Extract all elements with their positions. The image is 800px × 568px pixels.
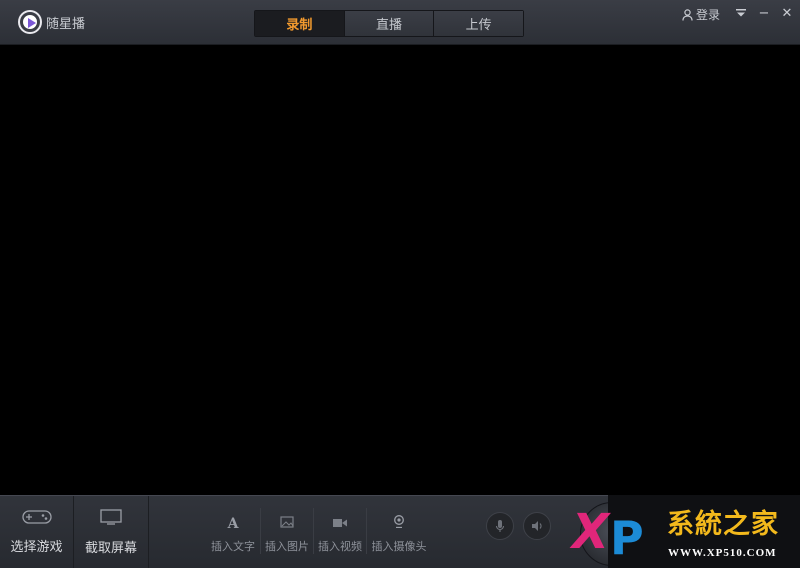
capture-screen-label: 截取屏幕 <box>84 540 137 556</box>
app-logo-icon <box>20 12 40 32</box>
microphone-icon <box>495 520 505 532</box>
capture-screen-button[interactable]: 截取屏幕 <box>74 496 149 568</box>
mode-tabs: 录制 直播 上传 <box>254 10 524 37</box>
dropdown-menu-icon <box>736 9 746 17</box>
title-bar: 随星播 录制 直播 上传 登录 − ✕ <box>0 0 800 45</box>
speaker-icon <box>532 521 542 531</box>
watermark-logo-p: P <box>610 511 644 565</box>
user-icon <box>682 8 693 21</box>
watermark-url: WWW.XP510.COM <box>668 547 777 559</box>
insert-camera-label: 插入摄像头 <box>371 540 427 553</box>
divider <box>313 508 314 554</box>
insert-image-button[interactable]: 插入图片 <box>263 512 311 554</box>
tab-live[interactable]: 直播 <box>343 11 434 36</box>
microphone-button[interactable] <box>486 512 514 540</box>
watermark-logo-x: X <box>572 504 610 560</box>
login-label: 登录 <box>696 8 721 22</box>
text-icon: A <box>227 516 239 532</box>
insert-text-label: 插入文字 <box>211 540 255 553</box>
login-button[interactable]: 登录 <box>682 6 720 23</box>
divider <box>366 508 367 554</box>
speaker-button[interactable] <box>523 512 551 540</box>
dropdown-menu-button[interactable] <box>731 4 751 22</box>
insert-video-button[interactable]: 插入视频 <box>316 512 364 554</box>
tab-upload[interactable]: 上传 <box>433 11 524 36</box>
insert-video-label: 插入视频 <box>318 540 362 553</box>
watermark-title: 系統之家 <box>667 509 779 540</box>
divider <box>260 508 261 554</box>
close-button[interactable]: ✕ <box>777 4 797 22</box>
video-camera-icon <box>333 518 347 531</box>
select-game-label: 选择游戏 <box>10 539 63 555</box>
tab-record[interactable]: 录制 <box>255 11 344 36</box>
webcam-icon <box>393 515 405 531</box>
gamepad-icon <box>21 509 52 528</box>
minimize-button[interactable]: − <box>754 4 774 22</box>
insert-text-button[interactable]: A 插入文字 <box>209 512 257 554</box>
insert-image-label: 插入图片 <box>265 540 309 553</box>
app-title: 随星播 <box>46 17 86 32</box>
monitor-icon <box>100 508 122 529</box>
preview-area <box>0 45 800 495</box>
image-icon <box>280 516 294 531</box>
select-game-button[interactable]: 选择游戏 <box>0 496 74 568</box>
insert-camera-button[interactable]: 插入摄像头 <box>370 512 428 554</box>
